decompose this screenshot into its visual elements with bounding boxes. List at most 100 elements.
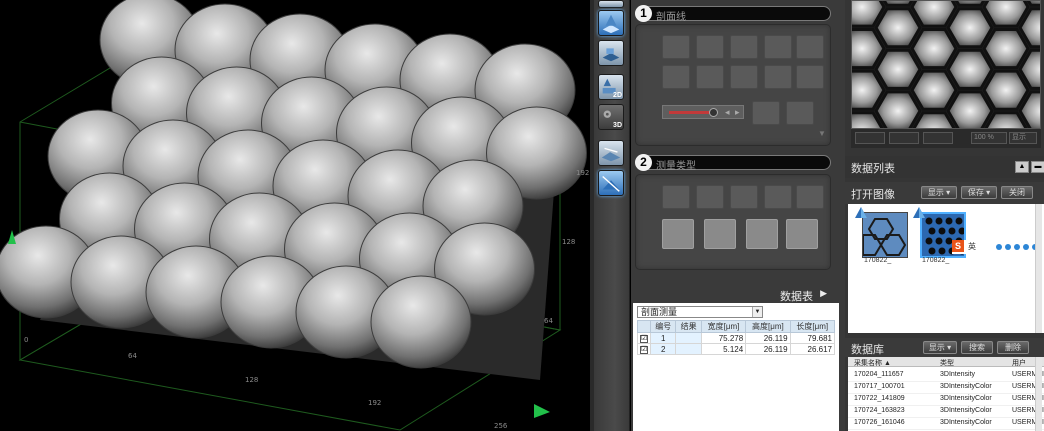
tool-button[interactable] [796, 35, 824, 59]
display-mode[interactable]: 显示 [1009, 132, 1037, 144]
checkbox[interactable]: ☑ [640, 346, 648, 354]
col-type[interactable]: 类型 [940, 358, 954, 368]
list-item[interactable]: 170726_161046 3DIntensityColor USERMAI [848, 418, 1044, 430]
tool-button[interactable] [764, 65, 792, 89]
tool-button[interactable] [696, 65, 724, 89]
row-checkbox[interactable]: ☑ [637, 343, 651, 355]
image-thumbnail[interactable] [862, 212, 908, 258]
data-table-header[interactable]: 数据表 ▶ [631, 285, 845, 303]
measure-type-button[interactable] [662, 185, 690, 209]
measure-type-button[interactable] [704, 219, 736, 249]
tool-button[interactable] [730, 35, 758, 59]
checkbox[interactable]: ☑ [640, 335, 648, 343]
zoom-level: 100 % [971, 132, 1007, 144]
measurement-mode-select[interactable]: 剖面测量 ▼ [637, 306, 763, 318]
section-measure-type[interactable]: 2 测量类型 [635, 154, 831, 172]
col-name[interactable]: 采集名称 ▲ [854, 358, 891, 368]
collapse-arrow-icon[interactable]: ▼ [818, 129, 826, 138]
hexagon-cell [946, 90, 994, 132]
scrollbar[interactable] [1035, 204, 1042, 333]
select-value: 剖面测量 [641, 307, 678, 317]
col-width: 宽度[μm] [700, 320, 747, 333]
cell-length: 26.617 [789, 343, 836, 355]
measure-type-button[interactable] [764, 185, 792, 209]
delete-button[interactable]: 删除 [997, 341, 1029, 354]
tool-button[interactable] [786, 101, 814, 125]
profile-line-tools: ◂ ▸ ▼ [635, 24, 831, 146]
open-images-list: 170822_ 170822_ S 英 [848, 204, 1044, 333]
tool-button[interactable] [662, 35, 690, 59]
3d-surface-viewer[interactable]: 64 128 192 256 0 192 128 64 [0, 0, 590, 431]
open-images-header: 打开图像 显示 ▾ 保存 ▾ 关闭 [845, 182, 1044, 204]
measure-type-tools [635, 174, 831, 270]
view-3d-label: 3D [613, 122, 622, 129]
measure-type-button[interactable] [730, 185, 758, 209]
tick-left-1: 0 [24, 336, 28, 344]
show-button[interactable]: 显示 ▾ [923, 341, 957, 354]
measure-tool-button[interactable] [598, 140, 624, 166]
measure-type-button[interactable] [786, 219, 818, 249]
ime-toolbar[interactable]: S 英 [952, 240, 1044, 254]
search-button[interactable]: 搜索 [961, 341, 993, 354]
row-checkbox[interactable]: ☑ [637, 332, 651, 344]
list-item[interactable]: 170722_141809 3DIntensityColor USERMAI [848, 394, 1044, 406]
tick-bottom-1: 64 [128, 352, 137, 360]
tool-button[interactable] [696, 35, 724, 59]
tool-button[interactable] [764, 35, 792, 59]
tick-right-2: 128 [562, 238, 575, 246]
profile-width-slider[interactable]: ◂ ▸ [662, 105, 744, 119]
image-preview[interactable] [851, 0, 1041, 148]
arrow-left-icon[interactable]: ◂ [725, 107, 730, 118]
ime-language[interactable]: 英 [968, 241, 976, 252]
tool-button[interactable] [752, 101, 780, 125]
surface-3d-button[interactable] [598, 40, 624, 66]
slider-thumb[interactable] [709, 108, 718, 117]
surface-3d-icon [602, 48, 620, 62]
section-title: 剖面线 [656, 12, 686, 23]
vertical-toolbar: 2D 3D [594, 0, 630, 431]
measure-type-button[interactable] [796, 185, 824, 209]
thumb-dot [928, 227, 936, 235]
expand-arrow-icon[interactable]: ▶ [820, 288, 827, 299]
tool-button[interactable] [730, 65, 758, 89]
surface-view-button[interactable] [598, 10, 624, 36]
cell-height: 26.119 [745, 343, 791, 355]
table-row[interactable]: ☑ 1 75.278 26.119 79.681 [637, 332, 836, 344]
close-button[interactable]: 关闭 [1001, 186, 1033, 199]
cell-length: 79.681 [789, 332, 836, 344]
view-3d-button[interactable]: 3D [598, 104, 624, 130]
item-name: 170726_161046 [854, 419, 905, 426]
profile-tool-button[interactable] [598, 170, 624, 196]
col-user[interactable]: 用户 [1012, 358, 1026, 368]
scrollbar[interactable] [1035, 357, 1042, 431]
hexagon-cell [910, 28, 958, 70]
tool-button[interactable] [796, 65, 824, 89]
minimize-icon[interactable]: ▬ [1031, 161, 1044, 173]
arrow-right-icon[interactable]: ▸ [735, 107, 740, 118]
tick-right-1: 192 [576, 169, 589, 177]
list-item[interactable]: 170724_163823 3DIntensityColor USERMAI [848, 406, 1044, 418]
data-table: 剖面测量 ▼ 编号 结果 宽度[μm] 高度[μm] 长度[μm] ☑ 1 75… [633, 303, 839, 431]
view-2d-button[interactable]: 2D [598, 74, 624, 100]
section-profile-line[interactable]: 1 剖面线 [635, 5, 831, 23]
save-button[interactable]: 保存 ▾ [961, 186, 997, 199]
table-row[interactable]: ☑ 2 5.124 26.119 26.617 [637, 343, 836, 355]
hexagon-thumb-icon [863, 213, 907, 257]
tick-bottom-2: 128 [245, 376, 258, 384]
3d-surface-plot[interactable]: 64 128 192 256 0 192 128 64 [0, 0, 590, 431]
list-item[interactable]: 170717_100701 3DIntensityColor USERMAI [848, 382, 1044, 394]
measure-type-button[interactable] [746, 219, 778, 249]
show-button[interactable]: 显示 ▾ [921, 186, 957, 199]
tool-button[interactable] [662, 65, 690, 89]
status-box [889, 132, 919, 144]
item-name: 170204_111657 [854, 371, 904, 378]
collapse-up-icon[interactable]: ▲ [1015, 161, 1029, 173]
measure-type-button[interactable] [662, 219, 694, 249]
hexagon-cell [874, 48, 922, 90]
cell-result [675, 332, 702, 344]
measure-type-button[interactable] [696, 185, 724, 209]
item-name: 170724_163823 [854, 407, 905, 414]
list-item[interactable]: 170204_111657 3DIntensity USERMAI [848, 370, 1044, 382]
toolbar-button-top[interactable] [598, 0, 624, 8]
analysis-panel: 1 剖面线 ◂ ▸ ▼ 2 测量类型 数据表 ▶ 剖面测量 ▼ 编号 结果 宽度… [631, 0, 845, 431]
